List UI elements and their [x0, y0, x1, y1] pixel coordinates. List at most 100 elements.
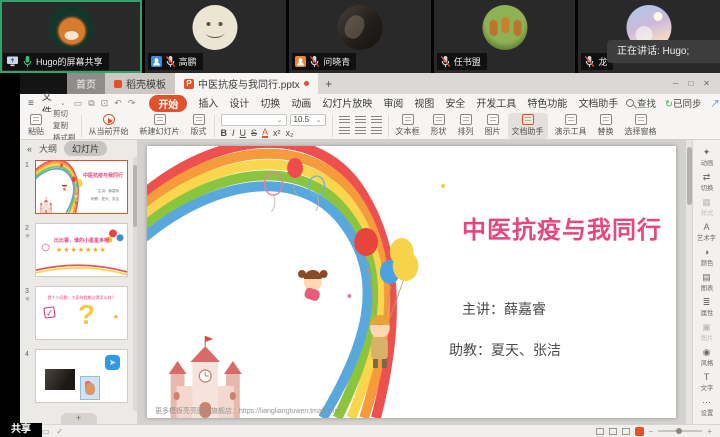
add-slide-button[interactable]: + — [61, 413, 97, 424]
share-indicator[interactable]: 共享 — [0, 423, 42, 437]
paste-button[interactable]: 粘贴 — [24, 113, 48, 139]
menu-animation[interactable]: 动画 — [291, 95, 311, 112]
menu-design[interactable]: 设计 — [229, 95, 249, 112]
italic-button[interactable]: I — [232, 128, 235, 138]
line-spacing-icon[interactable] — [371, 127, 382, 135]
sidebar-tab-picture[interactable]: ▣图片 — [693, 320, 720, 345]
slide-canvas[interactable]: 中医抗疫与我同行 主讲：薛嘉睿 助教：夏天、张洁 更多模板亮亮图文旗舰店：htt… — [138, 140, 692, 424]
share-button[interactable]: ↗分享 — [710, 96, 720, 110]
preview-icon[interactable]: ⊡ — [101, 98, 109, 109]
slide-speaker[interactable]: 主讲：薛嘉睿 — [384, 299, 624, 319]
slideshow-play-button[interactable] — [635, 427, 644, 436]
sidebar-tab-transition[interactable]: ⇄切换 — [693, 170, 720, 195]
print-icon[interactable]: ⧉ — [88, 98, 94, 109]
bullet-list-icon[interactable] — [339, 127, 350, 135]
selection-pane-button[interactable]: 选择窗格 — [621, 113, 661, 139]
canvas-scrollbar-thumb[interactable] — [687, 147, 692, 205]
sidebar-tab-settings[interactable]: ⋯设置 — [693, 395, 720, 420]
panel-scrollbar[interactable] — [133, 157, 137, 411]
hamburger-icon[interactable]: ≡ — [28, 98, 34, 109]
menu-doc-assistant[interactable]: 文档助手 — [578, 95, 618, 112]
save-icon[interactable]: ▭ — [74, 98, 83, 109]
slide-title[interactable]: 中医抗疫与我同行 — [462, 210, 662, 245]
menu-slideshow[interactable]: 幻灯片放映 — [322, 95, 372, 112]
tab-outline[interactable]: 大纲 — [39, 142, 57, 155]
zoom-out-icon[interactable]: − — [649, 427, 654, 436]
sidebar-tab-style[interactable]: ▦样式 — [693, 195, 720, 220]
menu-review[interactable]: 审阅 — [383, 95, 403, 112]
undo-icon[interactable]: ↶ — [114, 98, 122, 109]
slide-thumbnail-2[interactable]: 2 ✳ 比比看，谁的小星星多哦 ★★★★★★★ — [35, 223, 128, 277]
menu-transition[interactable]: 切换 — [260, 95, 280, 112]
menu-view[interactable]: 视图 — [414, 95, 434, 112]
slide-thumbnail-3[interactable]: 3 ✳ 提个小问题：大家的假期过得怎么样？ ? ✓ ★ — [35, 286, 128, 340]
layout-button[interactable]: 版式 — [187, 113, 211, 139]
maximize-button[interactable]: □ — [688, 79, 693, 88]
number-list-icon[interactable] — [355, 127, 366, 135]
reading-view-icon[interactable] — [622, 428, 630, 435]
find-button[interactable]: 查找 — [626, 96, 656, 110]
zoom-slider-knob[interactable] — [676, 428, 682, 434]
canvas-scrollbar[interactable] — [685, 140, 692, 424]
menu-insert[interactable]: 插入 — [198, 95, 218, 112]
align-right-icon[interactable] — [371, 116, 382, 124]
current-slide[interactable]: 中医抗疫与我同行 主讲：薛嘉睿 助教：夏天、张洁 更多模板亮亮图文旗舰店：htt… — [147, 146, 676, 418]
sidebar-tab-wordart[interactable]: A艺术字 — [693, 220, 720, 245]
doc-assistant-button[interactable]: 文档助手 — [508, 113, 548, 139]
participant-tile-wenxiaoqing[interactable]: 问晓青 — [289, 0, 431, 73]
panel-scrollbar-thumb[interactable] — [133, 165, 137, 227]
align-left-icon[interactable] — [339, 116, 350, 124]
menu-security[interactable]: 安全 — [445, 95, 465, 112]
sync-status[interactable]: ↻已同步 — [665, 96, 701, 110]
bold-button[interactable]: B — [221, 128, 228, 138]
sidebar-tab-text[interactable]: T文字 — [693, 370, 720, 395]
arrange-button[interactable]: 排列 — [454, 113, 478, 139]
participant-tile-hugo[interactable]: Hugo的屏幕共享 — [0, 0, 142, 73]
redo-icon[interactable]: ↷ — [128, 98, 136, 109]
participant-tile-gaopeng[interactable]: 高鹏 — [145, 0, 287, 73]
participant-tile-renshumeng[interactable]: 任书盟 — [434, 0, 576, 73]
sidebar-tab-properties[interactable]: ≣属性 — [693, 295, 720, 320]
align-center-icon[interactable] — [355, 116, 366, 124]
minimize-button[interactable]: ─ — [673, 79, 679, 88]
sidebar-tab-color[interactable]: ◑颜色 — [693, 245, 720, 270]
copy-button[interactable]: 复制 — [53, 120, 76, 131]
zoom-in-icon[interactable]: + — [707, 427, 712, 436]
menu-features[interactable]: 特色功能 — [527, 95, 567, 112]
sidebar-tab-animation[interactable]: ✦动画 — [693, 145, 720, 170]
close-button[interactable]: ✕ — [703, 79, 710, 88]
cut-button[interactable]: 剪切 — [53, 108, 76, 119]
picture-button[interactable]: 图片 — [481, 113, 505, 139]
sidebar-tab-theme[interactable]: ◉风格 — [693, 345, 720, 370]
tab-home[interactable]: 首页 — [67, 73, 105, 94]
present-tools-button[interactable]: 演示工具 — [551, 113, 591, 139]
play-from-current-button[interactable]: 从当前开始 — [85, 113, 133, 139]
text-box-button[interactable]: 文本框 — [392, 113, 424, 139]
underline-button[interactable]: U — [240, 128, 247, 138]
menu-start[interactable]: 开始 — [149, 95, 187, 112]
font-color-button[interactable]: A — [262, 128, 268, 138]
sidebar-tab-chart[interactable]: ▤图表 — [693, 270, 720, 295]
font-family-select[interactable]: ⌄ — [221, 114, 287, 126]
tab-docer-templates[interactable]: 稻壳模板 — [105, 73, 175, 94]
replace-button[interactable]: 替换 — [594, 113, 618, 139]
superscript-button[interactable]: x² — [273, 128, 281, 138]
slide-thumbnail-1[interactable]: 1 中医抗疫与我同行 主讲：薛嘉睿 助教：夏天、张洁 — [35, 160, 128, 214]
tab-document[interactable]: P中医抗疫与我同行.pptx — [175, 73, 318, 94]
normal-view-icon[interactable] — [596, 428, 604, 435]
menu-developer[interactable]: 开发工具 — [476, 95, 516, 112]
slide-assistant[interactable]: 助教：夏天、张洁 — [370, 340, 640, 360]
shapes-button[interactable]: 形状 — [427, 113, 451, 139]
subscript-button[interactable]: x₂ — [286, 128, 294, 138]
new-slide-button[interactable]: 新建幻灯片 — [136, 113, 184, 139]
zoom-slider[interactable] — [658, 430, 702, 432]
spellcheck-icon[interactable]: ✓ — [56, 427, 63, 436]
slide-thumbnail-4[interactable]: 4 ➤ — [35, 349, 128, 403]
slide-sorter-icon[interactable] — [609, 428, 617, 435]
strikethrough-button[interactable]: S — [251, 128, 257, 138]
new-tab-button[interactable]: + — [318, 73, 340, 94]
tab-slides[interactable]: 幻灯片 — [64, 141, 107, 156]
theme-icon[interactable]: ▭ — [42, 427, 50, 436]
collapse-panel-icon[interactable]: « — [27, 144, 32, 154]
font-size-select[interactable]: 10.5⌄ — [290, 114, 326, 126]
